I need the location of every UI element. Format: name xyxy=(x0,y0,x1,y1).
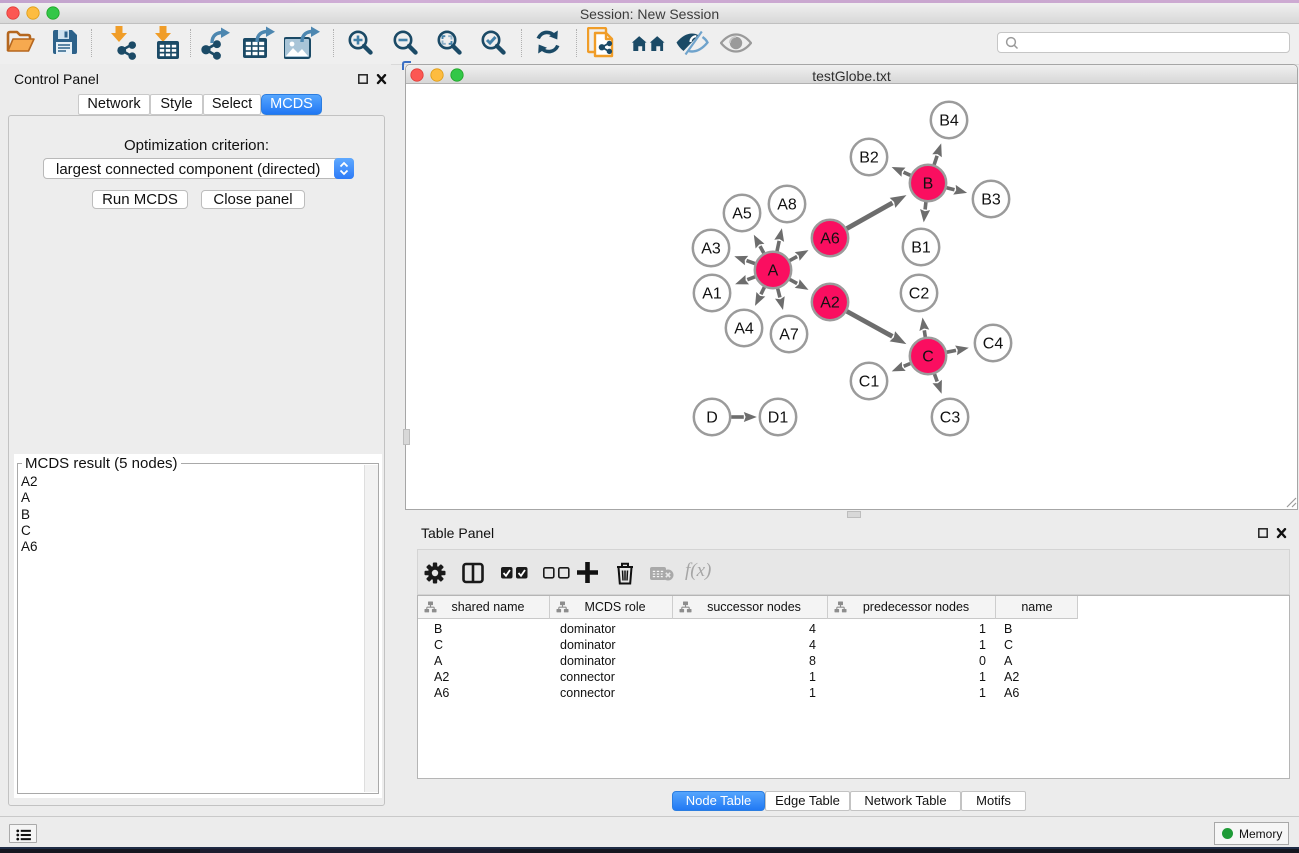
svg-text:A8: A8 xyxy=(777,197,797,214)
svg-text:A4: A4 xyxy=(734,321,754,338)
svg-text:D1: D1 xyxy=(768,410,789,427)
svg-text:A5: A5 xyxy=(732,206,752,223)
svg-text:C3: C3 xyxy=(940,410,961,427)
svg-text:A6: A6 xyxy=(820,231,840,248)
svg-text:A2: A2 xyxy=(820,295,840,312)
svg-text:B1: B1 xyxy=(911,240,931,257)
svg-text:B2: B2 xyxy=(859,150,879,167)
svg-text:C2: C2 xyxy=(909,286,930,303)
svg-text:C: C xyxy=(922,349,934,366)
svg-text:B: B xyxy=(923,176,934,193)
svg-text:B4: B4 xyxy=(939,113,959,130)
svg-text:C4: C4 xyxy=(983,336,1004,353)
svg-text:B3: B3 xyxy=(981,192,1001,209)
svg-text:A1: A1 xyxy=(702,286,722,303)
svg-text:A3: A3 xyxy=(701,241,721,258)
svg-text:D: D xyxy=(706,410,718,427)
svg-text:A7: A7 xyxy=(779,327,799,344)
svg-text:A: A xyxy=(768,263,779,280)
svg-text:C1: C1 xyxy=(859,374,880,391)
